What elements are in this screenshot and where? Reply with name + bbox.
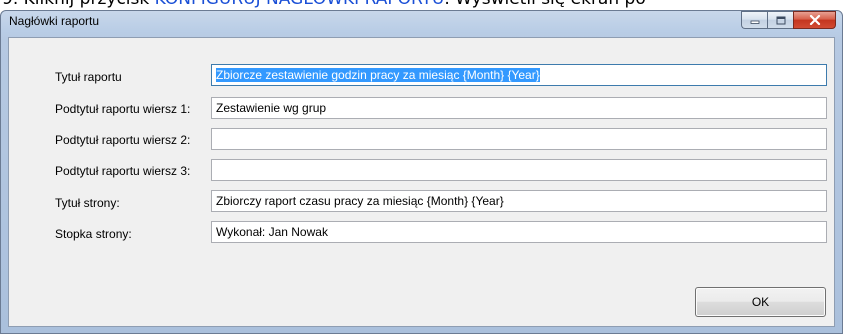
subtitle-line-1-input[interactable]: Zestawienie wg grup [211, 97, 827, 119]
dialog-client-area: Tytuł raportu Zbiorcze zestawienie godzi… [8, 37, 835, 327]
ok-button[interactable]: OK [695, 287, 826, 317]
document-instruction-text: 9. Kliknij przycisk KONFIGURUJ NAGŁÓWKI … [2, 0, 646, 9]
subtitle-line-3-input[interactable] [211, 159, 827, 181]
dialog-window: Nagłówki raportu Tytuł raportu Zbiorcze … [0, 10, 843, 334]
instruction-link[interactable]: KONFIGURUJ NAGŁÓWKI RAPORTU [155, 0, 445, 9]
page-title-input[interactable]: Zbiorczy raport czasu pracy za miesiąc {… [211, 190, 827, 212]
instruction-tail: . Wyświetli się ekran po [444, 0, 645, 9]
label-subtitle-line-2: Podtytuł raportu wiersz 2: [55, 133, 191, 147]
minimize-button[interactable] [741, 11, 767, 29]
label-subtitle-line-3: Podtytuł raportu wiersz 3: [55, 164, 191, 178]
report-title-value: Zbiorcze zestawienie godzin pracy za mie… [216, 68, 540, 82]
minimize-icon [750, 20, 759, 24]
instruction-lead: 9. Kliknij przycisk [2, 0, 155, 9]
label-page-footer: Stopka strony: [55, 227, 132, 241]
subtitle-line-2-input[interactable] [211, 128, 827, 150]
label-report-title: Tytuł raportu [55, 70, 122, 84]
close-button[interactable] [793, 11, 836, 29]
label-subtitle-line-1: Podtytuł raportu wiersz 1: [55, 102, 191, 116]
page-footer-input[interactable]: Wykonał: Jan Nowak [211, 221, 827, 243]
close-icon [809, 15, 820, 25]
label-page-title: Tytuł strony: [55, 196, 120, 210]
maximize-icon [776, 16, 785, 24]
maximize-button[interactable] [767, 11, 793, 29]
caption-buttons [741, 11, 836, 30]
window-title: Nagłówki raportu [9, 14, 100, 28]
document-text-strip: 9. Kliknij przycisk KONFIGURUJ NAGŁÓWKI … [0, 0, 843, 10]
title-bar[interactable]: Nagłówki raportu [1, 11, 842, 36]
report-title-input[interactable]: Zbiorcze zestawienie godzin pracy za mie… [211, 64, 827, 86]
